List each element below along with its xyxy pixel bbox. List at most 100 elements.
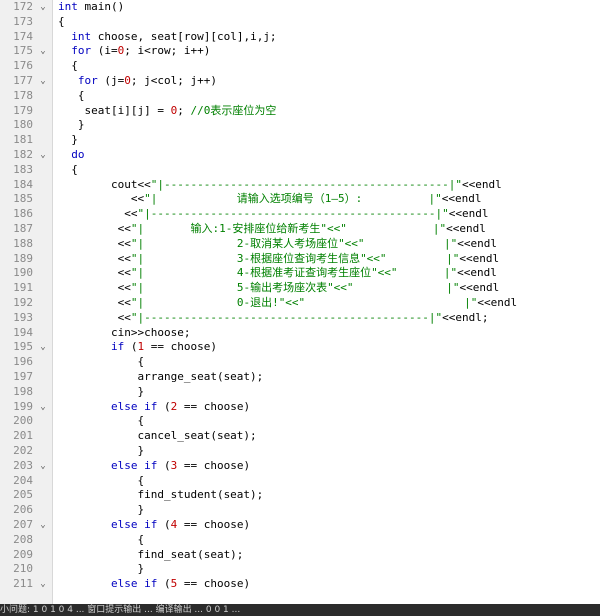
code-line[interactable]: 186 <<"|--------------------------------… <box>0 207 600 222</box>
code-line[interactable]: 174 int choose, seat[row][col],i,j; <box>0 30 600 45</box>
fold-chevron-icon[interactable]: ⌄ <box>38 400 48 415</box>
code-line[interactable]: 197 arrange_seat(seat); <box>0 370 600 385</box>
code-line[interactable]: 176 { <box>0 59 600 74</box>
code-text: } <box>58 385 144 400</box>
code-text: <<"| 输入:1-安排座位给新考生"<<" |"<<endl <box>58 222 486 237</box>
code-editor[interactable]: 172 ⌄ int main() 173 {174 int choose, seat[r… <box>0 0 600 604</box>
fold-chevron-icon[interactable]: ⌄ <box>38 0 48 15</box>
fold-chevron-icon[interactable]: ⌄ <box>38 340 48 355</box>
code-line[interactable]: 200 { <box>0 414 600 429</box>
token-kw: if <box>110 340 125 354</box>
line-number: 182 <box>13 148 33 161</box>
fold-chevron-icon[interactable]: ⌄ <box>38 459 48 474</box>
token-text: cin>>choose; <box>58 325 191 339</box>
code-line[interactable]: 182 ⌄ do <box>0 148 600 163</box>
line-number: 190 <box>13 266 33 280</box>
code-text: { <box>58 414 144 429</box>
code-line[interactable]: 181 } <box>0 133 600 148</box>
token-text: <<endl <box>477 296 518 309</box>
code-line[interactable]: 196 { <box>0 355 600 370</box>
token-text: <<endl <box>441 192 482 206</box>
code-line[interactable]: 194 cin>>choose; <box>0 326 600 341</box>
token-text: ; i<row; i++) <box>124 44 211 58</box>
code-line[interactable]: 184 cout<<"|----------------------------… <box>0 178 600 193</box>
code-text: } <box>58 562 144 577</box>
fold-chevron-icon[interactable]: ⌄ <box>38 148 48 163</box>
code-line[interactable]: 195 ⌄ if (1 == choose) <box>0 340 600 355</box>
code-text: else if (3 == choose) <box>58 459 250 474</box>
line-number: 191 <box>13 281 33 295</box>
code-line[interactable]: 187 <<"| 输入:1-安排座位给新考生"<<" |"<<endl <box>0 222 600 237</box>
fold-chevron-icon[interactable]: ⌄ <box>38 74 48 89</box>
token-text: == choose) <box>177 577 251 591</box>
token-text: arrange_seat(seat); <box>58 370 264 383</box>
code-line[interactable]: 175 ⌄ for (i=0; i<row; i++) <box>0 44 600 59</box>
code-line[interactable]: 178 { <box>0 89 600 104</box>
code-line[interactable]: 203 ⌄ else if (3 == choose) <box>0 459 600 474</box>
code-line[interactable]: 179 seat[i][j] = 0; //0表示座位为空 <box>0 104 600 119</box>
token-text: <<endl; <box>442 310 489 324</box>
fold-chevron-icon[interactable]: ⌄ <box>38 577 48 592</box>
code-line[interactable]: 180 } <box>0 118 600 133</box>
token-text: { <box>58 473 145 487</box>
line-number: 184 <box>13 177 33 191</box>
code-line[interactable]: 207 ⌄ else if (4 == choose) <box>0 518 600 533</box>
code-line[interactable]: 198 } <box>0 385 600 400</box>
code-line[interactable]: 173 { <box>0 15 600 30</box>
fold-chevron-icon[interactable]: ⌄ <box>38 44 48 59</box>
status-bar: 小问题: 1 0 1 0 4 ... 窗口提示输出 ... 编译输出 ... 0… <box>0 604 600 616</box>
code-text: <<"| 4-根据准考证查询考生座位"<<" |"<<endl <box>58 266 497 281</box>
code-line[interactable]: 192 <<"| 0-退出!"<<" |"<<endl <box>0 296 600 311</box>
token-text: << <box>58 251 131 265</box>
line-number: 198 <box>13 384 33 398</box>
fold-chevron-icon[interactable]: ⌄ <box>38 518 48 533</box>
code-text: } <box>58 444 144 459</box>
code-line[interactable]: 211 ⌄ else if (5 == choose) <box>0 577 600 592</box>
code-line[interactable]: 189 <<"| 3-根据座位查询考生信息"<<" |"<<endl <box>0 252 600 267</box>
code-line[interactable]: 209 find_seat(seat); <box>0 548 600 563</box>
code-line[interactable]: 199 ⌄ else if (2 == choose) <box>0 400 600 415</box>
token-text: cancel_seat(seat); <box>58 429 257 443</box>
token-str: "|--------------------------------------… <box>137 207 449 221</box>
line-number: 177 <box>13 74 33 87</box>
code-line[interactable]: 205 find_student(seat); <box>0 488 600 503</box>
code-line[interactable]: 208 { <box>0 533 600 548</box>
token-text: { <box>58 162 78 176</box>
token-text: { <box>58 88 85 102</box>
code-line[interactable]: 206 } <box>0 503 600 518</box>
token-text: } <box>58 444 145 457</box>
token-text: } <box>58 384 145 398</box>
code-line[interactable]: 193 <<"|--------------------------------… <box>0 311 600 326</box>
token-text: ( <box>157 518 171 531</box>
line-number: 188 <box>13 236 33 250</box>
token-text: == choose) <box>177 399 251 413</box>
line-number: 205 <box>13 488 33 502</box>
code-text: int main() <box>58 0 124 15</box>
code-line[interactable]: 201 cancel_seat(seat); <box>0 429 600 444</box>
code-line[interactable]: 185 <<"| 请输入选项编号（1—5）: |"<<endl <box>0 192 600 207</box>
token-num: 0 <box>124 74 131 87</box>
token-text: << <box>58 310 131 324</box>
line-number: 211 <box>13 577 33 591</box>
code-line[interactable]: 177 ⌄ for (j=0; j<col; j++) <box>0 74 600 89</box>
code-line[interactable]: 183 { <box>0 163 600 178</box>
code-text: <<"| 2-取消某人考场座位"<<" |"<<endl <box>58 237 497 252</box>
code-line[interactable]: 188 <<"| 2-取消某人考场座位"<<" |"<<endl <box>0 237 600 252</box>
code-text: do <box>58 148 84 163</box>
code-line[interactable]: 172 ⌄ int main() <box>0 0 600 15</box>
token-text: choose, seat[row][col],i,j; <box>97 29 277 43</box>
code-line[interactable]: 204 { <box>0 474 600 489</box>
code-line[interactable]: 202 } <box>0 444 600 459</box>
token-text: { <box>58 355 145 369</box>
code-line[interactable]: 191 <<"| 5-输出考场座次表"<<" |"<<endl <box>0 281 600 296</box>
token-text: ; <box>177 103 191 117</box>
token-text: ( <box>157 399 171 413</box>
code-line[interactable]: 190 <<"| 4-根据准考证查询考生座位"<<" |"<<endl <box>0 266 600 281</box>
line-number: 180 <box>13 118 33 132</box>
code-line[interactable]: 210 } <box>0 562 600 577</box>
line-number: 179 <box>13 103 33 117</box>
